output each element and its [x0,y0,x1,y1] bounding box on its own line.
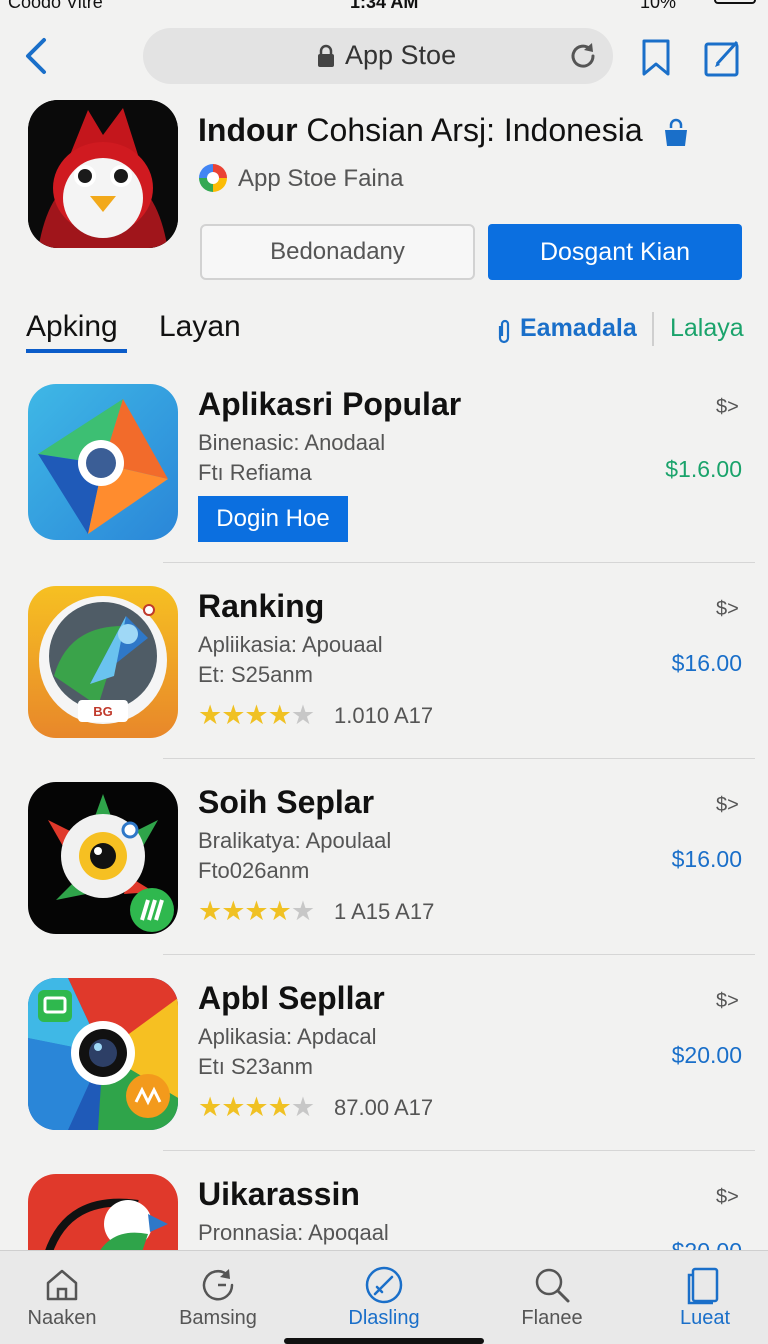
bottom-tab-flanee[interactable]: Flanee [477,1251,627,1344]
bird-mascot-icon [28,100,178,248]
item-subtitle: Apliikasia: Apouaal [198,632,383,657]
svg-text:BG: BG [93,704,113,719]
developer-logo-icon [199,164,227,192]
refresh-icon [202,1269,234,1301]
bottom-tab-label: Lueat [679,1307,731,1329]
item-action-button[interactable]: Dogin Hoe [198,496,348,542]
divider [163,954,755,955]
bottom-tab-label: Dlasling [348,1307,420,1329]
divider [163,562,755,563]
eye-icon [28,782,178,934]
list-item[interactable]: Soih Seplar Bralikatya: Apoulaal Fto026a… [0,782,768,978]
lock-icon [318,44,334,67]
item-price: $16.00 [671,846,742,872]
secondary-button[interactable]: Bedonadany [200,224,475,280]
app-icon [28,782,178,934]
kite-icon [28,384,178,540]
tab-apking[interactable]: Apking [26,310,118,344]
active-tab-indicator [26,349,127,353]
star-rating: ★★★★★ 1 A15 A17 [198,896,434,926]
app-icon [28,384,178,540]
rating-count: 87.00 A17 [334,1095,434,1120]
divider [163,1150,755,1151]
item-more-button[interactable]: $> [716,396,739,419]
bottom-tab-label: Naaken [27,1307,97,1329]
stars-icon: ★★★★★ [198,700,315,730]
divider [163,758,755,759]
item-more-button[interactable]: $> [716,598,739,621]
rating-count: 1 A15 A17 [334,899,435,924]
document-icon [687,1267,719,1305]
carrier-label: Coodo Vitre [8,0,103,12]
battery-percent: 10% [640,0,677,12]
home-icon [46,1269,78,1301]
list-item[interactable]: Apbl Sepllar Aplikasia: Apdacal Etı S23a… [0,978,768,1174]
rating-count: 1.010 A17 [334,703,434,728]
item-subtitle: Aplikasia: Apdacal [198,1024,377,1049]
item-meta: Etı S23anm [198,1054,313,1079]
stars-icon: ★★★★★ [198,896,315,926]
bottom-tab-lueat[interactable]: Lueat [630,1251,768,1344]
status-bar: Coodo Vitre 1:34 AM 10% [0,0,768,12]
star-rating: ★★★★★ 87.00 A17 [198,1092,433,1122]
bottom-tab-bamsing[interactable]: Bamsing [143,1251,293,1344]
tab-eamadala[interactable]: Eamadala [520,314,637,343]
bottom-tab-dlasling[interactable]: Dlasling [309,1251,459,1344]
star-rating: ★★★★★ 1.010 A17 [198,700,433,730]
compass-bird-icon: BG [28,586,178,738]
app-icon [28,100,178,248]
item-title: Aplikasri Popular [198,386,462,422]
tab-lalaya[interactable]: Lalaya [670,314,744,343]
compass-icon [365,1266,403,1304]
app-title: Indour Cohsian Arsj: Indonesia [198,112,643,149]
chevron-left-icon [26,38,46,74]
app-title-bold: Indour [198,112,298,148]
battery-icon [714,0,756,4]
item-price: $16.00 [671,650,742,676]
list-item[interactable]: Aplikasri Popular Binenasic: Anodaal Ftı… [0,384,768,580]
address-bar[interactable]: App Stoe [143,28,613,84]
app-icon: BG [28,586,178,738]
item-more-button[interactable]: $> [716,794,739,817]
tab-separator [652,312,654,346]
paperclip-icon [498,319,510,344]
item-meta: Et: S25anm [198,662,313,687]
stars-icon: ★★★★★ [198,1092,315,1122]
bottom-tab-bar: Naaken Bamsing Dlasling Flanee Lueat [0,1250,768,1344]
item-title: Ranking [198,588,325,624]
item-subtitle: Binenasic: Anodaal [198,430,386,455]
app-title-rest: Cohsian Arsj: Indonesia [297,112,643,148]
reload-icon[interactable] [567,40,599,72]
primary-button[interactable]: Dosgant Kian [488,224,742,280]
developer-name[interactable]: App Stoe Faina [238,165,403,193]
bookmark-icon[interactable] [640,38,672,78]
camera-lens-icon [28,978,178,1130]
item-subtitle: Pronnasia: Apoqaal [198,1220,389,1245]
item-meta: Ftı Refiama [198,460,312,485]
item-title: Apbl Sepllar [198,980,385,1016]
compose-icon[interactable] [703,38,743,78]
home-indicator[interactable] [284,1338,484,1344]
back-button[interactable] [22,34,52,78]
tab-layan[interactable]: Layan [159,310,241,344]
search-icon [535,1268,570,1303]
item-title: Soih Seplar [198,784,375,820]
bottom-tab-label: Flanee [521,1307,583,1329]
bottom-tab-label: Bamsing [179,1307,257,1329]
app-icon [28,978,178,1130]
clock: 1:34 AM [350,0,419,12]
item-more-button[interactable]: $> [716,1186,739,1209]
url-text: App Stoe [345,40,457,70]
item-price: $20.00 [671,1042,742,1068]
item-price: $1.6.00 [665,456,742,482]
item-more-button[interactable]: $> [716,990,739,1013]
item-subtitle: Bralikatya: Apoulaal [198,828,392,853]
bottom-tab-naaken[interactable]: Naaken [0,1251,137,1344]
list-item[interactable]: BG Ranking Apliikasia: Apouaal Et: S25an… [0,586,768,782]
item-meta: Fto026anm [198,858,310,883]
item-title: Uikarassin [198,1176,360,1212]
shopping-bag-icon [665,118,687,146]
